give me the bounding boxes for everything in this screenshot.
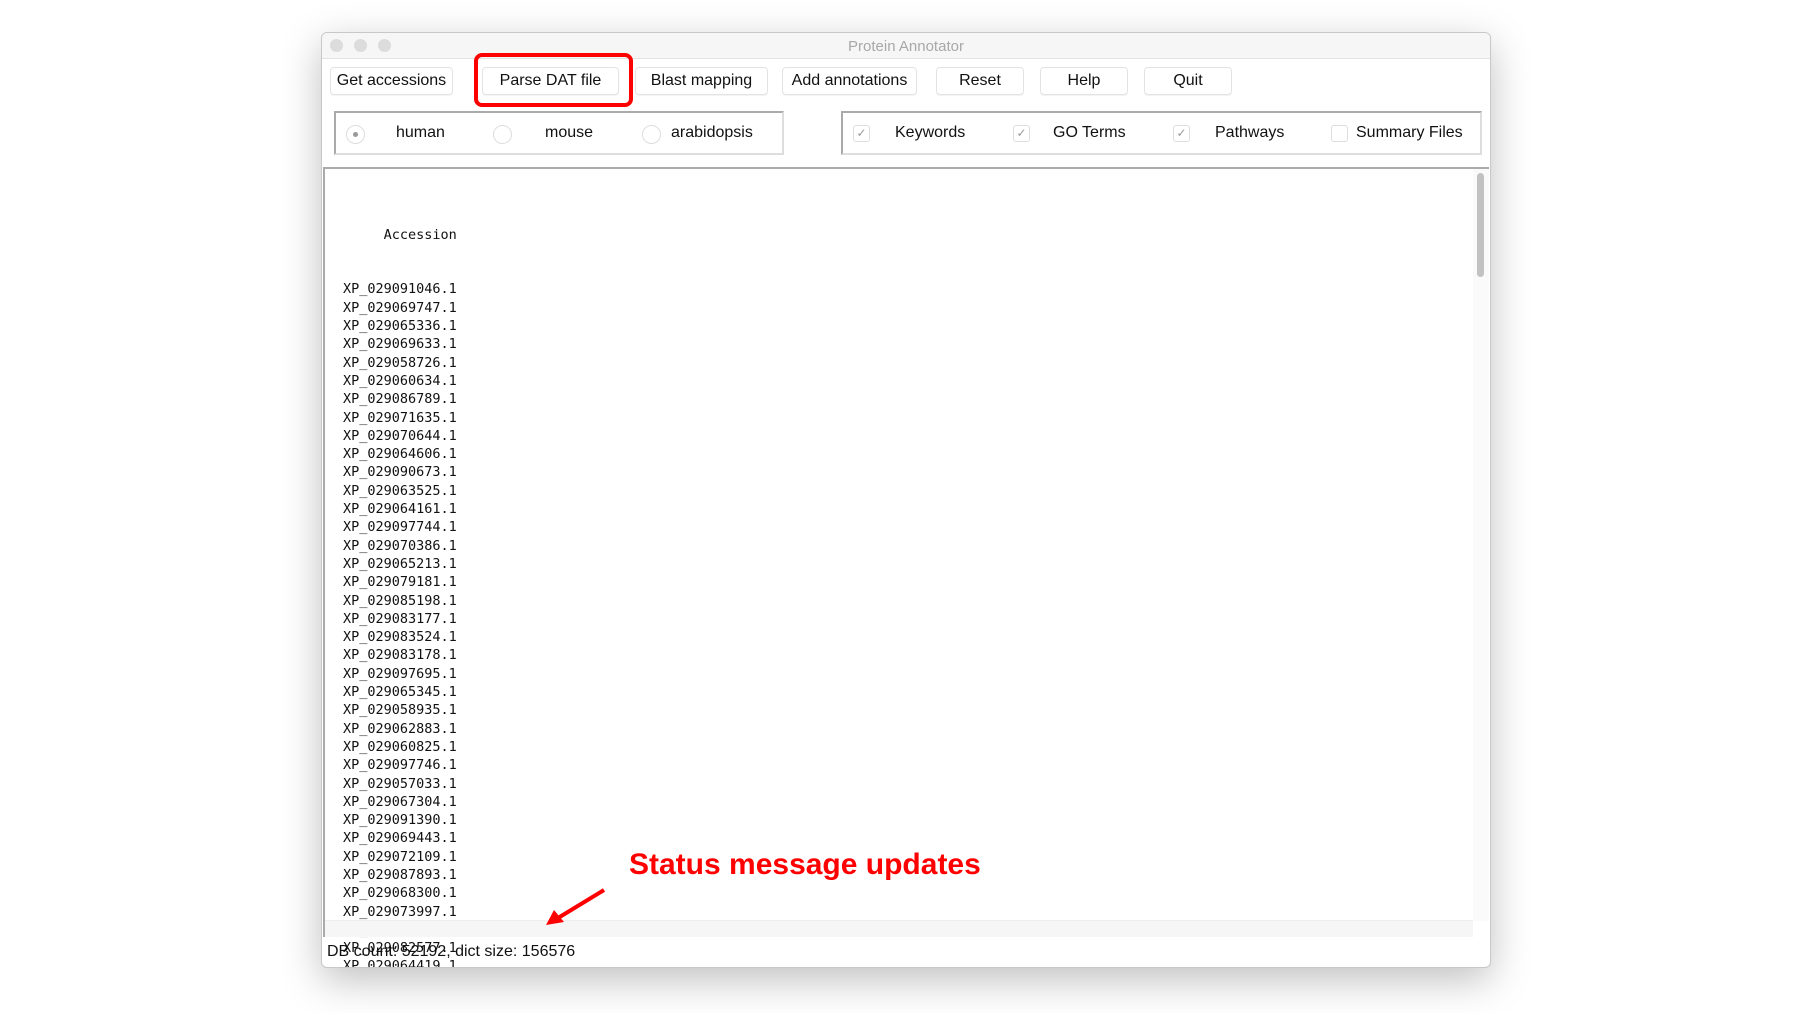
accession-row: XP_029069633.1 [343,336,457,353]
go-terms-label[interactable]: GO Terms [1053,124,1126,142]
accession-row: XP_029072109.1 [343,848,457,865]
horizontal-scrollbar[interactable] [325,920,1473,937]
blast-mapping-button[interactable]: Blast mapping [635,67,768,95]
accession-row: XP_029058935.1 [343,702,457,719]
radio-human[interactable] [346,125,365,144]
annotation-arrow-icon [546,888,606,925]
accession-row: XP_029073997.1 [343,903,457,920]
status-bar: DB count: 52192, dict size: 156576 [327,943,576,960]
accession-row: XP_029060825.1 [343,738,457,755]
accession-row: XP_029067304.1 [343,793,457,810]
summary-files-label[interactable]: Summary Files [1356,124,1463,142]
app-window: Protein Annotator Get accessions Parse D… [321,32,1491,968]
accession-row: XP_029090673.1 [343,464,457,481]
accession-row: XP_029091390.1 [343,812,457,829]
vertical-scrollbar[interactable] [1473,169,1489,921]
accession-row: XP_029085198.1 [343,592,457,609]
accession-row: XP_029064606.1 [343,446,457,463]
accession-row: XP_029063525.1 [343,482,457,499]
accession-list: Accession XP_029091046.1 XP_029069747.1 XP… [343,189,457,967]
accession-row: XP_029097746.1 [343,757,457,774]
accession-row: XP_029091046.1 [343,281,457,298]
accession-row: XP_029070644.1 [343,427,457,444]
keywords-checkbox[interactable]: ✓ [853,125,870,142]
accession-row: XP_029097695.1 [343,665,457,682]
accession-row: XP_029097744.1 [343,519,457,536]
accession-row: XP_029064161.1 [343,501,457,518]
accession-header: Accession [343,226,457,244]
accession-row: XP_029060634.1 [343,372,457,389]
accession-row: XP_029083524.1 [343,629,457,646]
radio-mouse[interactable] [493,125,512,144]
help-button[interactable]: Help [1040,67,1128,95]
go-terms-checkbox[interactable]: ✓ [1013,125,1030,142]
accession-row: XP_029068300.1 [343,885,457,902]
pathways-label[interactable]: Pathways [1215,124,1284,142]
scrollbar-thumb[interactable] [1477,173,1484,277]
add-annotations-button[interactable]: Add annotations [782,67,917,95]
accession-text-area[interactable]: Accession XP_029091046.1 XP_029069747.1 XP… [323,167,1489,967]
accession-row: XP_029065213.1 [343,555,457,572]
accession-row: XP_029069443.1 [343,830,457,847]
summary-files-checkbox[interactable] [1331,125,1348,142]
accession-row: XP_029070386.1 [343,537,457,554]
output-options-group: ✓ Keywords ✓ GO Terms ✓ Pathways Summary… [841,111,1482,155]
annotation-label: Status message updates [629,848,981,881]
accession-row: XP_029083178.1 [343,647,457,664]
radio-human-label[interactable]: human [396,124,445,142]
quit-button[interactable]: Quit [1144,67,1232,95]
accession-row: XP_029057033.1 [343,775,457,792]
accession-row: XP_029071635.1 [343,409,457,426]
accession-row: XP_029087893.1 [343,866,457,883]
accession-row: XP_029062883.1 [343,720,457,737]
accession-row: XP_029069747.1 [343,299,457,316]
highlight-box [474,53,633,107]
get-accessions-button[interactable]: Get accessions [330,67,453,95]
radio-mouse-label[interactable]: mouse [545,124,593,142]
species-radio-group: human mouse arabidopsis [334,111,784,155]
pathways-checkbox[interactable]: ✓ [1173,125,1190,142]
accession-row: XP_029065345.1 [343,684,457,701]
accession-row: XP_029058726.1 [343,354,457,371]
accession-row: XP_029079181.1 [343,574,457,591]
radio-arabidopsis-label[interactable]: arabidopsis [671,124,753,142]
keywords-label[interactable]: Keywords [895,124,965,142]
accession-row: XP_029086789.1 [343,391,457,408]
accession-row: XP_029083177.1 [343,610,457,627]
reset-button[interactable]: Reset [936,67,1024,95]
radio-arabidopsis[interactable] [642,125,661,144]
accession-row: XP_029065336.1 [343,318,457,335]
accession-header-text: Accession [383,226,457,243]
